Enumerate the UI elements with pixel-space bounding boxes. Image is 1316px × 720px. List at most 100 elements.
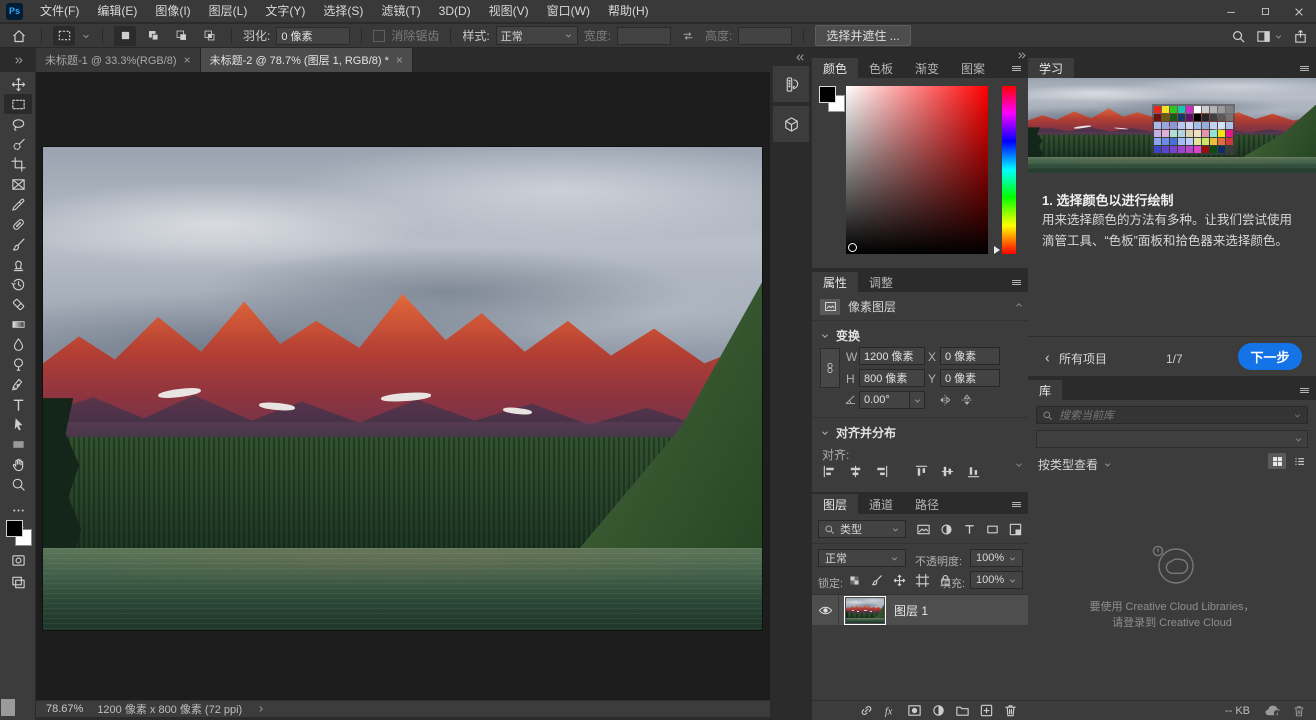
- collapse-panels-icon[interactable]: [795, 52, 806, 63]
- tool-pen[interactable]: [4, 374, 32, 394]
- menu-滤镜(T)[interactable]: 滤镜(T): [372, 0, 429, 22]
- filter-image-icon[interactable]: [916, 522, 931, 537]
- lock-transparent-icon[interactable]: [848, 574, 861, 587]
- scroll-up-icon[interactable]: [1014, 300, 1024, 310]
- x-value-input[interactable]: 0 像素: [940, 347, 1000, 365]
- all-items-link[interactable]: 所有项目: [1042, 350, 1107, 367]
- rotate-angle-input[interactable]: 0.00°: [859, 391, 911, 409]
- document-tab-1[interactable]: 未标题-1 @ 33.3%(RGB/8)×: [36, 48, 201, 72]
- tool-preset-icon[interactable]: [53, 26, 75, 46]
- height-input[interactable]: [738, 27, 792, 45]
- hue-slider[interactable]: [1002, 86, 1016, 254]
- color-tab-图案[interactable]: 图案: [950, 58, 996, 78]
- layers-tab-路径[interactable]: 路径: [904, 494, 950, 514]
- layers-tab-通道[interactable]: 通道: [858, 494, 904, 514]
- tool-blur[interactable]: [4, 334, 32, 354]
- y-value-input[interactable]: 0 像素: [940, 369, 1000, 387]
- properties-panel-menu-icon[interactable]: [1008, 275, 1024, 289]
- eye-icon[interactable]: [818, 603, 833, 618]
- chevron-down-icon[interactable]: [81, 31, 91, 41]
- properties-tab-调整[interactable]: 调整: [858, 272, 904, 292]
- zoom-level[interactable]: 78.67%: [46, 703, 83, 715]
- tool-type[interactable]: [4, 394, 32, 414]
- tool-frame[interactable]: [4, 174, 32, 194]
- menu-3D(D)[interactable]: 3D(D): [430, 0, 480, 22]
- swap-dimensions-icon[interactable]: [677, 26, 699, 46]
- width-input[interactable]: [617, 27, 671, 45]
- library-search-input[interactable]: 搜索当前库: [1036, 406, 1308, 424]
- photoshop-logo[interactable]: Ps: [6, 3, 23, 20]
- panel-foreground-swatch[interactable]: [819, 86, 836, 103]
- link-dimensions-icon[interactable]: [820, 348, 840, 388]
- selection-add-icon[interactable]: [142, 26, 164, 46]
- lock-paint-icon[interactable]: [869, 573, 884, 588]
- grid-view-button[interactable]: [1268, 453, 1286, 469]
- filter-shape-icon[interactable]: [985, 522, 1000, 537]
- menu-编辑(E)[interactable]: 编辑(E): [88, 0, 146, 22]
- antialias-checkbox[interactable]: [373, 30, 385, 42]
- tool-move[interactable]: [4, 74, 32, 94]
- align-center-h-icon[interactable]: [848, 464, 863, 479]
- menu-文件(F)[interactable]: 文件(F): [31, 0, 88, 22]
- align-center-v-icon[interactable]: [940, 464, 955, 479]
- menu-选择(S)[interactable]: 选择(S): [314, 0, 372, 22]
- layer-link-icon[interactable]: [859, 703, 874, 718]
- canvas-area[interactable]: [36, 72, 770, 700]
- foreground-color-swatch[interactable]: [6, 520, 23, 537]
- cloud-sync-icon[interactable]: [1263, 703, 1283, 718]
- lock-move-icon[interactable]: [892, 573, 907, 588]
- saturation-brightness-field[interactable]: [846, 86, 988, 254]
- style-select[interactable]: 正常: [496, 26, 578, 45]
- tool-crop[interactable]: [4, 154, 32, 174]
- align-right-icon[interactable]: [874, 464, 889, 479]
- align-left-icon[interactable]: [822, 464, 837, 479]
- menu-帮助(H)[interactable]: 帮助(H): [599, 0, 658, 22]
- filter-smart-icon[interactable]: [1008, 522, 1023, 537]
- layer-visibility-cell[interactable]: [812, 595, 839, 625]
- tool-quick-select[interactable]: [4, 134, 32, 154]
- color-tab-颜色[interactable]: 颜色: [812, 58, 858, 78]
- filter-adjustment-icon[interactable]: [939, 522, 954, 537]
- learn-panel-menu-icon[interactable]: [1296, 61, 1312, 75]
- layer-adjustment-icon[interactable]: [931, 703, 946, 718]
- tool-dodge[interactable]: [4, 354, 32, 374]
- tool-path-select[interactable]: [4, 414, 32, 434]
- menu-图像(I)[interactable]: 图像(I): [146, 0, 199, 22]
- history-panel-icon[interactable]: [773, 66, 809, 102]
- lock-artboard-icon[interactable]: [915, 573, 930, 588]
- tool-gradient[interactable]: [4, 314, 32, 334]
- foreground-background-swatches[interactable]: [6, 520, 32, 546]
- angle-dropdown-chevron-icon[interactable]: [909, 391, 925, 409]
- layer-delete-icon[interactable]: [1003, 703, 1018, 718]
- tool-edit-toolbar[interactable]: [4, 500, 32, 520]
- tool-shape[interactable]: [4, 434, 32, 454]
- toolbar-collapse-icon[interactable]: [0, 48, 36, 72]
- fill-select[interactable]: 100%: [970, 571, 1023, 589]
- tool-hand[interactable]: [4, 454, 32, 474]
- view-by-type-dropdown[interactable]: 按类型查看: [1038, 456, 1112, 473]
- close-tab-icon[interactable]: ×: [396, 54, 403, 66]
- layer-mask-icon[interactable]: [907, 703, 922, 718]
- 3d-panel-icon[interactable]: [773, 106, 809, 142]
- color-tab-渐变[interactable]: 渐变: [904, 58, 950, 78]
- color-field-marker[interactable]: [848, 243, 857, 252]
- scroll-down-icon[interactable]: [1014, 460, 1024, 470]
- close-button[interactable]: [1282, 0, 1316, 23]
- menu-文字(Y)[interactable]: 文字(Y): [256, 0, 314, 22]
- search-icon[interactable]: [1231, 29, 1246, 44]
- layers-panel-menu-icon[interactable]: [1008, 497, 1024, 511]
- share-icon[interactable]: [1293, 29, 1308, 44]
- close-tab-icon[interactable]: ×: [184, 54, 191, 66]
- select-and-mask-button[interactable]: 选择并遮住 ...: [815, 25, 910, 46]
- menu-图层(L)[interactable]: 图层(L): [200, 0, 257, 22]
- tool-zoom[interactable]: [4, 474, 32, 494]
- tool-history-brush[interactable]: [4, 274, 32, 294]
- workspace-switcher[interactable]: [1256, 29, 1283, 44]
- blend-mode-select[interactable]: 正常: [818, 549, 906, 567]
- color-panel-menu-icon[interactable]: [1008, 61, 1024, 75]
- width-value-input[interactable]: 1200 像素: [859, 347, 925, 365]
- layer-filter-select[interactable]: 类型: [818, 520, 906, 538]
- menu-窗口(W)[interactable]: 窗口(W): [538, 0, 599, 22]
- tool-eraser[interactable]: [4, 294, 32, 314]
- selection-new-icon[interactable]: [114, 26, 136, 46]
